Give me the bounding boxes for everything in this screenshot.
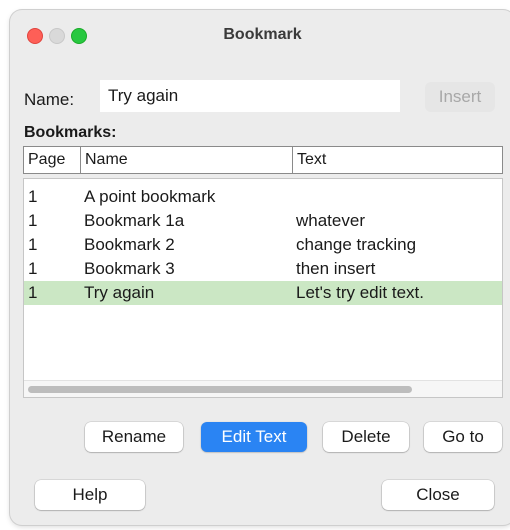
horizontal-scrollbar[interactable]	[24, 380, 502, 397]
table-row[interactable]: 1 A point bookmark	[24, 185, 502, 209]
window-title: Bookmark	[223, 26, 302, 43]
name-label: Name:	[24, 90, 75, 109]
close-button[interactable]: Close	[382, 480, 494, 510]
page-cell: 1	[28, 235, 38, 254]
column-header-name[interactable]: Name	[80, 147, 292, 173]
name-input[interactable]	[100, 80, 400, 112]
bookmarks-label: Bookmarks:	[24, 124, 117, 141]
table-row[interactable]: 1 Bookmark 3 then insert	[24, 257, 502, 281]
page-cell: 1	[28, 259, 38, 278]
table-row[interactable]: 1 Bookmark 2 change tracking	[24, 233, 502, 257]
text-cell: Let's try edit text.	[296, 283, 424, 302]
edit-text-button[interactable]: Edit Text	[201, 422, 307, 452]
name-cell: Bookmark 3	[84, 259, 175, 278]
help-button[interactable]: Help	[35, 480, 145, 510]
bookmarks-list[interactable]: 1 A point bookmark 1 Bookmark 1a whatever 1 Bo…	[23, 178, 503, 398]
table-row[interactable]: 1 Bookmark 1a whatever	[24, 209, 502, 233]
scrollbar-thumb[interactable]	[28, 386, 412, 393]
go-to-button[interactable]: Go to	[424, 422, 502, 452]
text-cell: change tracking	[296, 235, 417, 254]
page-cell: 1	[28, 211, 38, 230]
page-cell: 1	[28, 187, 38, 206]
name-cell: Try again	[84, 283, 155, 302]
rename-button[interactable]: Rename	[85, 422, 183, 452]
bookmarks-table-header: Page Name Text	[23, 146, 503, 174]
column-header-text[interactable]: Text	[292, 147, 502, 173]
delete-button[interactable]: Delete	[323, 422, 409, 452]
page-cell: 1	[28, 283, 38, 302]
text-cell: then insert	[296, 259, 376, 278]
name-cell: Bookmark 1a	[84, 211, 185, 230]
name-cell: A point bookmark	[84, 187, 216, 206]
name-cell: Bookmark 2	[84, 235, 175, 254]
insert-button[interactable]: Insert	[425, 82, 495, 112]
bookmark-dialog: Bookmark Name: Insert Bookmarks: Page Na…	[10, 10, 510, 525]
column-header-page[interactable]: Page	[24, 147, 80, 173]
table-row[interactable]: 1 Try again Let's try edit text.	[24, 281, 502, 305]
text-cell: whatever	[296, 211, 365, 230]
